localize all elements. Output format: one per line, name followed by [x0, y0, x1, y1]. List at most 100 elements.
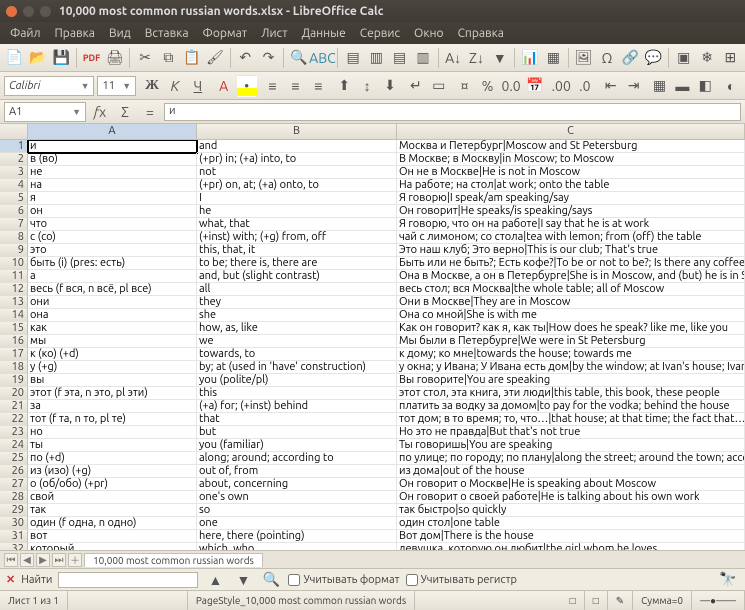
- cell[interactable]: and, but (slight contrast): [197, 270, 397, 283]
- highlight-button[interactable]: •: [237, 75, 257, 97]
- row-header[interactable]: 1: [0, 140, 28, 153]
- cell[interactable]: Они в Москве|They are in Moscow: [397, 296, 745, 309]
- cell[interactable]: который: [28, 543, 197, 550]
- cell[interactable]: с (со): [28, 231, 197, 244]
- cell[interactable]: а: [28, 270, 197, 283]
- cell[interactable]: из дома|out of the house: [397, 465, 745, 478]
- cell[interactable]: here, there (pointing): [197, 530, 397, 543]
- cell[interactable]: девушка, которую он любит|the girl whom …: [397, 543, 745, 550]
- percent-button[interactable]: %: [478, 75, 498, 97]
- tab-last-button[interactable]: ⏭: [52, 553, 66, 567]
- cell[interactable]: Но это не правда|But that's not true: [397, 426, 745, 439]
- table-row[interactable]: 13ониtheyОни в Москве|They are in Moscow: [0, 296, 745, 309]
- cell[interactable]: на: [28, 179, 197, 192]
- cell[interactable]: как: [28, 322, 197, 335]
- cell[interactable]: Как он говорит? как я, как ты|How does h…: [397, 322, 745, 335]
- bold-button[interactable]: Ж: [142, 75, 162, 97]
- menu-format[interactable]: Формат: [203, 27, 248, 40]
- cell[interactable]: you (polite/pl): [197, 374, 397, 387]
- row-header[interactable]: 28: [0, 491, 28, 504]
- row-header[interactable]: 6: [0, 205, 28, 218]
- cell[interactable]: к дому; ко мне|towards the house; toward…: [397, 348, 745, 361]
- add-decimal-button[interactable]: .00: [551, 75, 572, 97]
- italic-button[interactable]: К: [165, 75, 185, 97]
- table-row[interactable]: 2в (во)(+pr) in; (+a) into, toВ Москве; …: [0, 153, 745, 166]
- paste-button[interactable]: 📋: [181, 47, 202, 69]
- row-header[interactable]: 21: [0, 400, 28, 413]
- row-header[interactable]: 2: [0, 153, 28, 166]
- find-all-button[interactable]: 🔍: [260, 569, 282, 591]
- cell[interactable]: (+pr) in; (+a) into, to: [197, 153, 397, 166]
- name-box[interactable]: A1 ▼: [4, 102, 86, 122]
- cell[interactable]: к (ко) (+d): [28, 348, 197, 361]
- row-header[interactable]: 27: [0, 478, 28, 491]
- table-row[interactable]: 17к (ко) (+d)towards, toк дому; ко мне|t…: [0, 348, 745, 361]
- new-doc-button[interactable]: 📄: [4, 47, 25, 69]
- cell[interactable]: Я говорю, что он на работе|I say that he…: [397, 218, 745, 231]
- table-row[interactable]: 23ноbutНо это не правда|But that's not t…: [0, 426, 745, 439]
- comment-button[interactable]: 💬: [643, 47, 664, 69]
- clone-format-button[interactable]: 🖌: [204, 47, 225, 69]
- cell[interactable]: this, that, it: [197, 244, 397, 257]
- cell[interactable]: Ты говоришь|You are speaking: [397, 439, 745, 452]
- cell[interactable]: быть (i) (pres: есть): [28, 257, 197, 270]
- underline-button[interactable]: Ч: [188, 75, 208, 97]
- status-signature[interactable]: ✎: [608, 591, 633, 610]
- cell[interactable]: Я говорю|I speak/am speaking/say: [397, 192, 745, 205]
- spellcheck-button[interactable]: ABC: [311, 47, 333, 69]
- align-right-button[interactable]: ≡: [308, 75, 328, 97]
- menu-insert[interactable]: Вставка: [145, 27, 189, 40]
- cell[interactable]: вот: [28, 530, 197, 543]
- cell[interactable]: вы: [28, 374, 197, 387]
- menu-edit[interactable]: Правка: [55, 27, 95, 40]
- cell[interactable]: but: [197, 426, 397, 439]
- export-pdf-button[interactable]: PDF: [81, 47, 102, 69]
- tab-next-button[interactable]: ▶: [36, 553, 50, 567]
- formula-input[interactable]: и: [164, 103, 741, 121]
- table-row[interactable]: 19выyou (polite/pl)Вы говорите|You are s…: [0, 374, 745, 387]
- valign-mid-button[interactable]: ↕: [357, 75, 377, 97]
- close-find-button[interactable]: ✕: [6, 573, 15, 586]
- cell[interactable]: она: [28, 309, 197, 322]
- row-header[interactable]: 10: [0, 257, 28, 270]
- status-insert-mode[interactable]: □: [562, 591, 585, 610]
- cell[interactable]: Вот дом|There is the house: [397, 530, 745, 543]
- table-row[interactable]: 3неnotОн не в Москве|He is not in Moscow: [0, 166, 745, 179]
- find-prev-button[interactable]: ▲: [204, 569, 226, 591]
- row-header[interactable]: 24: [0, 439, 28, 452]
- table-row[interactable]: 25по (+d)along; around; according toпо у…: [0, 452, 745, 465]
- zoom-slider[interactable]: —●——: [692, 591, 745, 610]
- undo-button[interactable]: ↶: [235, 47, 256, 69]
- font-name-combo[interactable]: Calibri ▼: [4, 76, 94, 96]
- tab-first-button[interactable]: ⏮: [4, 553, 18, 567]
- cell[interactable]: платить за водку за домом|to pay for the…: [397, 400, 745, 413]
- cell[interactable]: (+pr) on, at; (+a) onto, to: [197, 179, 397, 192]
- cell[interactable]: свой: [28, 491, 197, 504]
- table-row[interactable]: 6онheОн говорит|He speaks/is speaking/sa…: [0, 205, 745, 218]
- chart-button[interactable]: 📊: [519, 47, 540, 69]
- match-format-checkbox[interactable]: Учитывать формат: [288, 574, 399, 586]
- cell[interactable]: этот стол, эта книга, эти люди|this tabl…: [397, 387, 745, 400]
- cell[interactable]: не: [28, 166, 197, 179]
- table-row[interactable]: 26из (изо) (+g)out of, fromиз дома|out o…: [0, 465, 745, 478]
- cell[interactable]: Он говорит о своей работе|He is talking …: [397, 491, 745, 504]
- cell[interactable]: я: [28, 192, 197, 205]
- cell[interactable]: to be; there is, there are: [197, 257, 397, 270]
- table-row[interactable]: 10быть (i) (pres: есть)to be; there is, …: [0, 257, 745, 270]
- table-row[interactable]: 12весь (f вся, n всё, pl все)allвесь сто…: [0, 283, 745, 296]
- split-button[interactable]: ⊞: [720, 47, 741, 69]
- cell[interactable]: Москва и Петербург|Moscow and St Petersb…: [397, 140, 745, 153]
- table-row[interactable]: 18у (+g)by; at (used in 'have' construct…: [0, 361, 745, 374]
- row-header[interactable]: 29: [0, 504, 28, 517]
- row-header[interactable]: 15: [0, 322, 28, 335]
- row-header[interactable]: 9: [0, 244, 28, 257]
- row-header[interactable]: 5: [0, 192, 28, 205]
- table-row[interactable]: 8с (со)(+inst) with; (+g) from, offчай с…: [0, 231, 745, 244]
- window-maximize-button[interactable]: [40, 6, 51, 17]
- cell[interactable]: чай с лимоном; со стола|tea with lemon; …: [397, 231, 745, 244]
- print-button[interactable]: 🖨: [104, 47, 125, 69]
- menu-view[interactable]: Вид: [109, 27, 131, 40]
- cell[interactable]: по улице; по городу; по плану|along the …: [397, 452, 745, 465]
- cell[interactable]: out of, from: [197, 465, 397, 478]
- col-delete-button[interactable]: ▥: [412, 47, 433, 69]
